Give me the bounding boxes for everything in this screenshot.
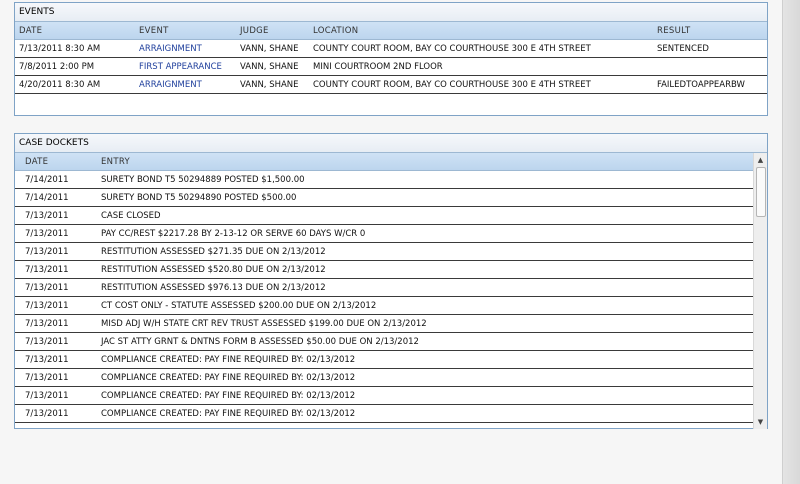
docket-entry: SURETY BOND T5 50294890 POSTED $500.00	[91, 188, 753, 207]
docket-entry: RESTITUTION ASSESSED $271.35 DUE ON 2/13…	[91, 242, 753, 261]
table-row: 4/20/2011 8:30 AM ARRAIGNMENT VANN, SHAN…	[15, 75, 767, 94]
docket-entry: CASE CLOSED	[91, 206, 753, 225]
dockets-table: DATE ENTRY 7/14/2011 SURETY BOND T5 50294…	[15, 153, 753, 423]
docket-date: 7/13/2011	[15, 260, 91, 279]
event-judge: VANN, SHANE	[236, 57, 309, 76]
events-header-row: DATE EVENT JUDGE LOCATION RESULT	[15, 22, 767, 40]
window-scroll-gutter[interactable]	[782, 0, 800, 484]
table-row: 7/13/2011 COMPLIANCE CREATED: PAY FINE RE…	[15, 350, 753, 369]
case-dockets-panel: CASE DOCKETS DATE ENTRY 7/14/2011 SURETY …	[14, 133, 768, 429]
table-row: 7/13/2011 RESTITUTION ASSESSED $976.13 DU…	[15, 278, 753, 297]
docket-entry: RESTITUTION ASSESSED $520.80 DUE ON 2/13…	[91, 260, 753, 279]
docket-entry: COMPLIANCE CREATED: PAY FINE REQUIRED BY…	[91, 404, 753, 423]
event-date: 7/13/2011 8:30 AM	[15, 39, 135, 58]
scroll-thumb[interactable]	[756, 167, 766, 217]
event-location: MINI COURTROOM 2ND FLOOR	[309, 57, 653, 76]
dockets-scroll-area[interactable]: DATE ENTRY 7/14/2011 SURETY BOND T5 50294…	[15, 153, 767, 429]
table-row: 7/13/2011 8:30 AM ARRAIGNMENT VANN, SHAN…	[15, 39, 767, 58]
table-row: 7/14/2011 SURETY BOND T5 50294889 POSTED …	[15, 170, 753, 189]
table-row: 7/14/2011 SURETY BOND T5 50294890 POSTED …	[15, 188, 753, 207]
column-header-result[interactable]: RESULT	[653, 22, 767, 40]
dockets-header-row: DATE ENTRY	[15, 153, 753, 171]
table-row: 7/13/2011 PAY CC/REST $2217.28 BY 2-13-12…	[15, 224, 753, 243]
docket-entry: CT COST ONLY - STATUTE ASSESSED $200.00 …	[91, 296, 753, 315]
dockets-scrollbar[interactable]: ▲ ▼	[753, 153, 767, 429]
docket-entry: COMPLIANCE CREATED: PAY FINE REQUIRED BY…	[91, 368, 753, 387]
table-row: 7/13/2011 RESTITUTION ASSESSED $271.35 DU…	[15, 242, 753, 261]
docket-date: 7/13/2011	[15, 242, 91, 261]
docket-date: 7/13/2011	[15, 296, 91, 315]
column-header-location[interactable]: LOCATION	[309, 22, 653, 40]
column-header-event[interactable]: EVENT	[135, 22, 236, 40]
table-row: 7/13/2011 COMPLIANCE CREATED: PAY FINE RE…	[15, 386, 753, 405]
event-date: 7/8/2011 2:00 PM	[15, 57, 135, 76]
docket-date: 7/13/2011	[15, 278, 91, 297]
docket-entry: PAY CC/REST $2217.28 BY 2-13-12 OR SERVE…	[91, 224, 753, 243]
docket-entry: COMPLIANCE CREATED: PAY FINE REQUIRED BY…	[91, 350, 753, 369]
events-title: EVENTS	[15, 3, 767, 22]
docket-date: 7/13/2011	[15, 404, 91, 423]
table-row: 7/13/2011 RESTITUTION ASSESSED $520.80 DU…	[15, 260, 753, 279]
events-table: DATE EVENT JUDGE LOCATION RESULT 7/13/20…	[15, 22, 767, 94]
event-result: FAILEDTOAPPEARBW	[653, 75, 767, 94]
events-panel: EVENTS DATE EVENT JUDGE LOCATION RESULT …	[14, 2, 768, 116]
docket-entry: SURETY BOND T5 50294889 POSTED $1,500.00	[91, 170, 753, 189]
docket-date: 7/13/2011	[15, 224, 91, 243]
table-row: 7/13/2011 JAC ST ATTY GRNT & DNTNS FORM B…	[15, 332, 753, 351]
event-judge: VANN, SHANE	[236, 39, 309, 58]
table-row: 7/13/2011 MISD ADJ W/H STATE CRT REV TRUS…	[15, 314, 753, 333]
event-link[interactable]: FIRST APPEARANCE	[135, 57, 236, 76]
docket-date: 7/13/2011	[15, 368, 91, 387]
docket-entry: MISD ADJ W/H STATE CRT REV TRUST ASSESSE…	[91, 314, 753, 333]
docket-date: 7/13/2011	[15, 350, 91, 369]
event-link[interactable]: ARRAIGNMENT	[135, 39, 236, 58]
column-header-judge[interactable]: JUDGE	[236, 22, 309, 40]
table-row: 7/13/2011 COMPLIANCE CREATED: PAY FINE RE…	[15, 404, 753, 423]
docket-entry: JAC ST ATTY GRNT & DNTNS FORM B ASSESSED…	[91, 332, 753, 351]
docket-date: 7/13/2011	[15, 332, 91, 351]
docket-date: 7/13/2011	[15, 206, 91, 225]
docket-entry: RESTITUTION ASSESSED $976.13 DUE ON 2/13…	[91, 278, 753, 297]
event-result: SENTENCED	[653, 39, 767, 58]
event-judge: VANN, SHANE	[236, 75, 309, 94]
column-header-date[interactable]: DATE	[15, 153, 91, 171]
docket-entry: COMPLIANCE CREATED: PAY FINE REQUIRED BY…	[91, 386, 753, 405]
docket-date: 7/13/2011	[15, 314, 91, 333]
page: EVENTS DATE EVENT JUDGE LOCATION RESULT …	[0, 0, 782, 484]
down-arrow-icon[interactable]: ▼	[754, 416, 767, 428]
dockets-title: CASE DOCKETS	[15, 134, 767, 153]
table-row: 7/8/2011 2:00 PM FIRST APPEARANCE VANN, …	[15, 57, 767, 76]
column-header-entry[interactable]: ENTRY	[91, 153, 753, 171]
column-header-date[interactable]: DATE	[15, 22, 135, 40]
event-location: COUNTY COURT ROOM, BAY CO COURTHOUSE 300…	[309, 75, 653, 94]
docket-date: 7/14/2011	[15, 170, 91, 189]
table-row: 7/13/2011 CASE CLOSED	[15, 206, 753, 225]
dockets-rows: 7/14/2011 SURETY BOND T5 50294889 POSTED …	[15, 170, 753, 423]
event-location: COUNTY COURT ROOM, BAY CO COURTHOUSE 300…	[309, 39, 653, 58]
docket-date: 7/13/2011	[15, 386, 91, 405]
event-date: 4/20/2011 8:30 AM	[15, 75, 135, 94]
event-link[interactable]: ARRAIGNMENT	[135, 75, 236, 94]
event-result	[653, 57, 767, 76]
table-row: 7/13/2011 COMPLIANCE CREATED: PAY FINE RE…	[15, 368, 753, 387]
table-row: 7/13/2011 CT COST ONLY - STATUTE ASSESSED…	[15, 296, 753, 315]
up-arrow-icon[interactable]: ▲	[754, 154, 767, 166]
docket-date: 7/14/2011	[15, 188, 91, 207]
